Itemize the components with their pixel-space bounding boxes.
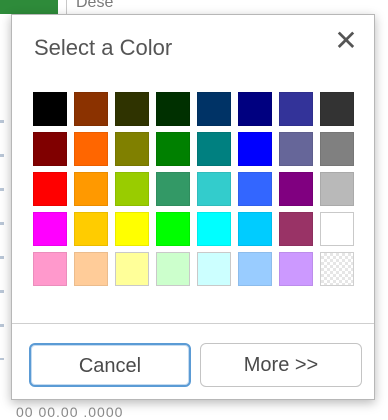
color-swatch[interactable] [74,252,108,286]
color-swatch[interactable] [238,212,272,246]
background-markers [0,120,4,360]
color-swatch[interactable] [238,252,272,286]
color-swatch[interactable] [279,252,313,286]
color-swatch[interactable] [238,92,272,126]
color-picker-dialog: Select a Color ✕ Cancel More >> [11,14,375,400]
color-swatch[interactable] [197,252,231,286]
close-icon[interactable]: ✕ [332,27,360,55]
color-swatch[interactable] [320,212,354,246]
color-swatch[interactable] [33,252,67,286]
dialog-divider [12,323,374,324]
color-swatch[interactable] [156,172,190,206]
color-swatch[interactable] [74,212,108,246]
dialog-title-bar: Select a Color ✕ [12,15,374,77]
color-swatch[interactable] [279,172,313,206]
color-swatch[interactable] [238,132,272,166]
dialog-title: Select a Color [34,35,173,60]
color-swatch[interactable] [279,92,313,126]
color-swatch[interactable] [197,132,231,166]
color-swatch[interactable] [197,92,231,126]
color-swatch[interactable] [320,172,354,206]
color-swatch[interactable] [156,252,190,286]
color-swatch[interactable] [197,172,231,206]
color-swatch[interactable] [74,172,108,206]
color-swatch[interactable] [115,92,149,126]
color-swatch[interactable] [74,92,108,126]
color-swatch[interactable] [33,92,67,126]
cancel-button[interactable]: Cancel [29,343,191,387]
background-cell [0,0,58,14]
color-swatch[interactable] [33,212,67,246]
color-swatch[interactable] [320,132,354,166]
color-swatch[interactable] [279,212,313,246]
color-swatch-grid [33,92,361,286]
color-swatch[interactable] [156,212,190,246]
color-swatch[interactable] [33,172,67,206]
color-swatch[interactable] [74,132,108,166]
color-swatch[interactable] [320,92,354,126]
color-swatch[interactable] [156,92,190,126]
color-swatch[interactable] [115,132,149,166]
color-swatch[interactable] [115,212,149,246]
color-swatch[interactable] [156,132,190,166]
background-text: Dese [76,0,114,11]
color-swatch[interactable] [279,132,313,166]
swatch-transparent[interactable] [320,252,354,286]
color-swatch[interactable] [238,172,272,206]
color-swatch[interactable] [33,132,67,166]
color-swatch[interactable] [197,212,231,246]
color-swatch[interactable] [115,252,149,286]
more-colors-button[interactable]: More >> [200,343,362,387]
background-divider [66,0,67,14]
color-swatch[interactable] [115,172,149,206]
